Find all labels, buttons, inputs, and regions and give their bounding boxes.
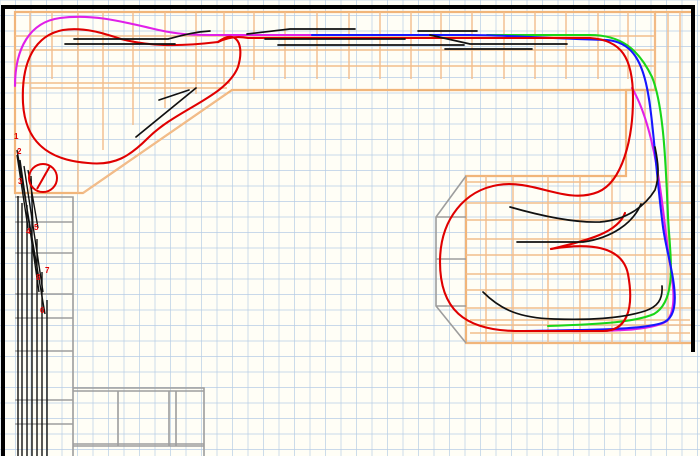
- track-plan-diagram: 1 2 3 4 5 7 8 6: [0, 0, 700, 456]
- turnout-marker-5: 5: [34, 223, 39, 232]
- turnout-marker-8: 8: [36, 273, 41, 282]
- turnout-marker-1: 1: [14, 132, 19, 141]
- turnout-marker-7: 7: [45, 266, 50, 275]
- turnout-marker-4: 4: [26, 227, 31, 236]
- turnout-marker-6: 6: [40, 306, 45, 315]
- turnout-marker-3: 3: [18, 177, 23, 186]
- turnout-marker-2: 2: [17, 147, 22, 156]
